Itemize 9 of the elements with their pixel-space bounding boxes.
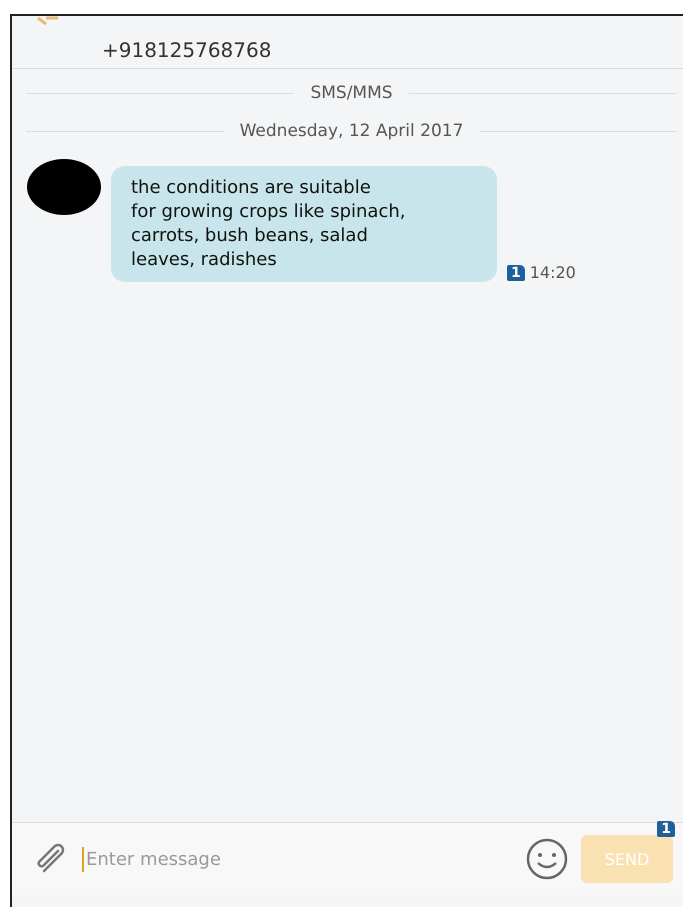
message-time: 14:20 [530, 263, 576, 282]
sim-badge: 1 [657, 821, 675, 837]
message-bubble: the conditions are suitable for growing crops like spinach, carrots, bush beans, salad leaves, radishes [111, 166, 497, 282]
section-divider-label: Wednesday, 12 April 2017 [240, 121, 464, 141]
sim-badge: 1 [507, 264, 525, 280]
section-divider-label: SMS/MMS [310, 83, 393, 103]
contact-number: +918125768768 [102, 38, 272, 62]
message-input[interactable]: Enter message [82, 846, 513, 872]
smiley-icon[interactable] [525, 837, 569, 881]
